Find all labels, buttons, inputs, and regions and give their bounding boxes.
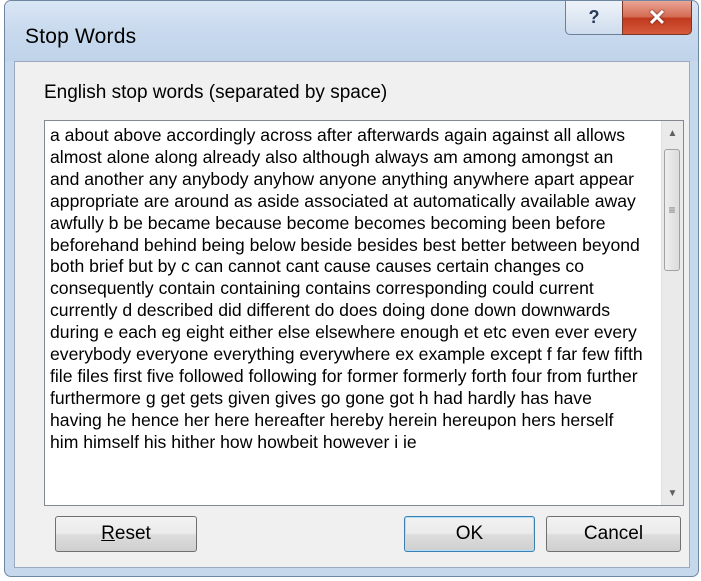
reset-button[interactable]: Reset <box>55 516 197 552</box>
ok-button[interactable]: OK <box>404 516 535 552</box>
reset-mnemonic: R <box>101 523 115 544</box>
stop-words-dialog: Stop Words ? ✕ English stop words (separ… <box>4 0 699 577</box>
vertical-scrollbar[interactable]: ▲ ≡ ▼ <box>661 121 683 505</box>
dialog-body: English stop words (separated by space) … <box>14 61 690 568</box>
dialog-title: Stop Words <box>25 25 137 48</box>
scroll-down-arrow-icon[interactable]: ▼ <box>662 481 683 505</box>
stop-words-caption: English stop words (separated by space) <box>44 82 388 103</box>
title-bar[interactable]: Stop Words ? ✕ <box>5 1 698 61</box>
scrollbar-thumb[interactable]: ≡ <box>664 149 680 271</box>
close-button[interactable]: ✕ <box>622 1 692 35</box>
cancel-button[interactable]: Cancel <box>546 516 681 552</box>
scroll-up-arrow-icon[interactable]: ▲ <box>662 121 683 145</box>
grip-icon: ≡ <box>668 203 676 217</box>
reset-label: eset <box>114 523 151 544</box>
question-mark-icon: ? <box>588 7 600 27</box>
close-icon: ✕ <box>647 4 667 30</box>
help-button[interactable]: ? <box>565 1 623 35</box>
stop-words-textarea[interactable]: a about above accordingly across after a… <box>44 120 684 506</box>
stop-words-text[interactable]: a about above accordingly across after a… <box>50 125 646 454</box>
